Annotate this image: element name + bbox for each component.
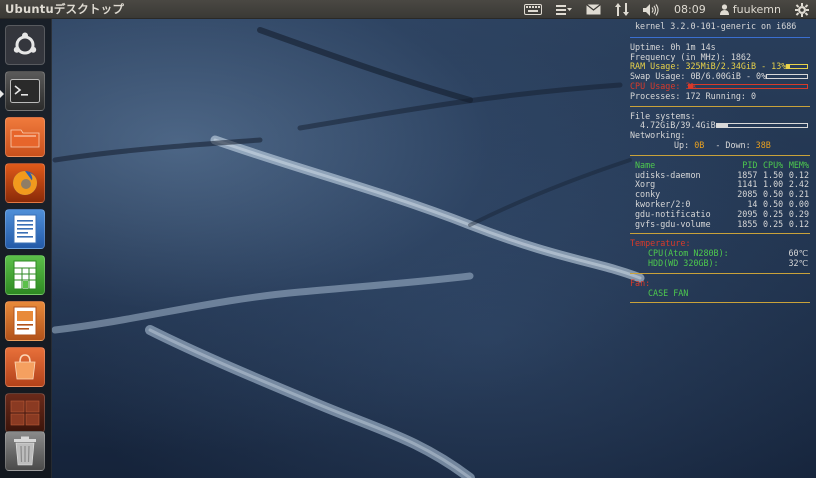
menu-icon[interactable] <box>549 0 579 19</box>
cpu-temp-label: CPU(Atom N280B): <box>648 248 729 259</box>
workspaces-icon <box>10 400 40 426</box>
network-arrows-icon[interactable] <box>608 0 636 19</box>
clock[interactable]: 08:09 <box>667 0 713 19</box>
indicator-tray: 08:09 fuukemn <box>517 0 812 19</box>
swap-usage-label: Swap Usage: 0B/6.00GiB - 0% <box>630 71 767 82</box>
volume-icon[interactable] <box>636 0 667 19</box>
cpu-usage-bar <box>688 83 808 89</box>
net-up-value: 0B <box>694 139 705 150</box>
firefox-icon <box>13 171 37 195</box>
user-icon <box>719 4 729 15</box>
trash-launcher[interactable] <box>5 431 45 471</box>
process-name: gvfs-gdu-volume <box>635 218 711 229</box>
top-panel: Ubuntuデスクトップ 08:09 fuukemn <box>0 0 816 19</box>
workspace-switcher-launcher[interactable] <box>5 393 45 433</box>
terminal-icon <box>10 79 40 103</box>
divider <box>630 36 810 38</box>
divider <box>630 233 810 235</box>
case-fan: CASE FAN <box>648 287 689 298</box>
folder-icon <box>10 129 40 148</box>
terminal-launcher[interactable] <box>5 71 45 111</box>
cpu-usage-label: CPU Usage: 3% <box>630 80 696 91</box>
table-row: gvfs-gdu-volume 1855 0.25 0.12 <box>635 218 809 230</box>
mail-icon[interactable] <box>579 0 608 19</box>
spreadsheet-icon <box>13 260 37 290</box>
impress-launcher[interactable] <box>5 301 45 341</box>
unity-launcher <box>0 19 52 478</box>
user-menu[interactable]: fuukemn <box>713 0 788 19</box>
ram-usage-bar <box>786 64 808 70</box>
hdd-temperature: HDD(WD 320GB): 32℃ <box>630 257 810 269</box>
net-up-label: Up: <box>674 139 690 150</box>
divider <box>630 272 810 274</box>
files-launcher[interactable] <box>5 117 45 157</box>
conky-system-monitor: kernel 3.2.0-101-generic on i686 Uptime:… <box>630 21 810 308</box>
net-down-value: 38B <box>755 139 771 150</box>
network-speed: Up: 0B - Down: 38B <box>630 139 810 151</box>
process-cpu: 0.25 <box>763 218 784 229</box>
username: fuukemn <box>732 3 781 16</box>
gear-icon[interactable] <box>788 0 812 19</box>
calc-launcher[interactable] <box>5 255 45 295</box>
top-processes-table: Name PID CPU% MEM% udisks-daemon 1857 1.50… <box>635 160 809 230</box>
hdd-temp-value: 32℃ <box>788 257 809 268</box>
swap-usage-bar <box>766 74 808 80</box>
keyboard-icon[interactable] <box>517 0 549 19</box>
divider <box>630 154 810 156</box>
kernel-info: kernel 3.2.0-101-generic on i686 <box>635 21 797 31</box>
divider <box>630 105 810 107</box>
firefox-launcher[interactable] <box>5 163 45 203</box>
ram-usage-label: RAM Usage: 325MiB/2.34GiB - 13% <box>630 61 787 72</box>
file-system-bar <box>716 123 808 129</box>
document-icon <box>13 214 37 244</box>
net-down-label: - Down: <box>715 139 751 150</box>
writer-launcher[interactable] <box>5 209 45 249</box>
hdd-temp-label: HDD(WD 320GB): <box>648 257 719 268</box>
shopping-bag-icon <box>14 354 36 380</box>
divider <box>630 302 810 304</box>
ubuntu-logo-icon <box>13 32 37 55</box>
presentation-icon <box>13 306 37 336</box>
file-system-usage: 4.72GiB/39.4GiB <box>640 120 716 131</box>
process-pid: 1855 <box>737 218 758 229</box>
dash-home-button[interactable] <box>5 25 45 65</box>
running-indicator <box>0 90 4 98</box>
window-title: Ubuntuデスクトップ <box>5 2 125 16</box>
software-center-launcher[interactable] <box>5 347 45 387</box>
process-mem: 0.12 <box>788 218 809 229</box>
trash-icon <box>14 436 36 466</box>
processes-count: Processes: 172 Running: 0 <box>630 90 757 101</box>
